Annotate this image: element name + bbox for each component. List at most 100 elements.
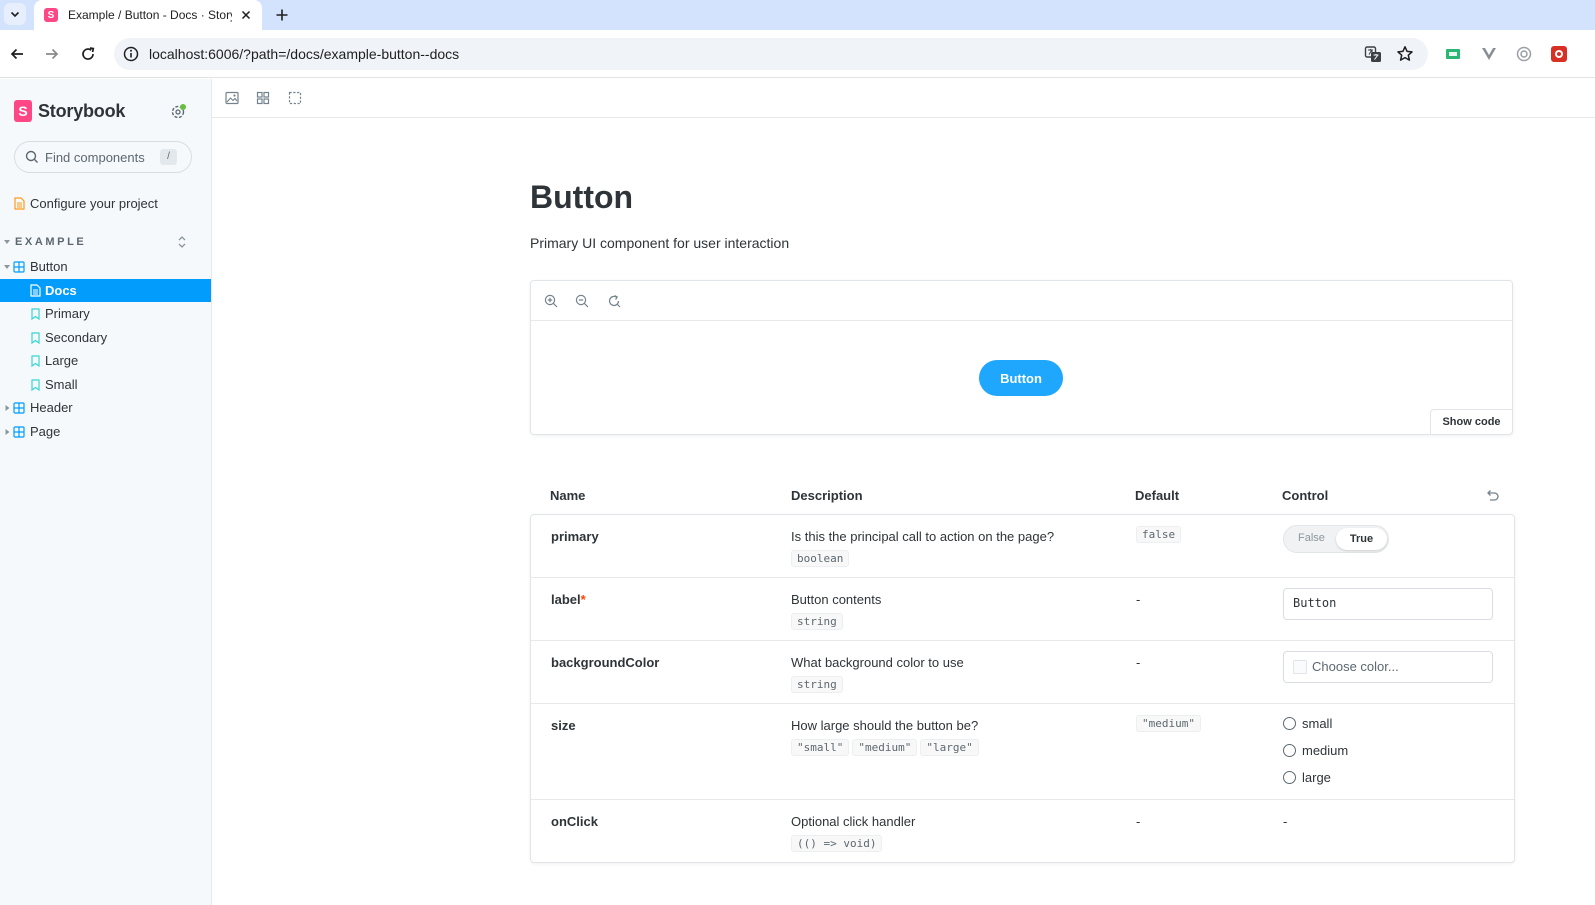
label-text-input[interactable]: Button bbox=[1283, 588, 1493, 620]
canvas-toolbar bbox=[531, 281, 1512, 321]
column-header-default: Default bbox=[1135, 488, 1180, 503]
expand-collapse-icon[interactable] bbox=[176, 235, 188, 249]
boolean-toggle[interactable]: False True bbox=[1283, 525, 1389, 553]
color-picker[interactable] bbox=[1283, 651, 1493, 683]
settings-gear-icon[interactable] bbox=[169, 103, 187, 121]
arg-name: primary bbox=[551, 529, 599, 544]
site-info-icon[interactable] bbox=[122, 45, 140, 63]
arg-description-text: Optional click handler bbox=[791, 814, 916, 829]
sidebar-item-page[interactable]: Page bbox=[0, 420, 211, 443]
arg-description-text: How large should the button be? bbox=[791, 718, 979, 733]
sidebar-item-label: Docs bbox=[45, 283, 77, 298]
arg-type: "small" bbox=[791, 739, 850, 756]
extension-vue-icon[interactable] bbox=[1480, 45, 1498, 63]
caret-down-icon[interactable] bbox=[4, 239, 10, 245]
search-box[interactable]: / bbox=[14, 141, 192, 173]
undo-icon[interactable] bbox=[1484, 487, 1500, 503]
back-button[interactable] bbox=[5, 42, 29, 66]
args-table: primary Is this the principal call to ac… bbox=[530, 514, 1515, 863]
group-title-example[interactable]: EXAMPLE bbox=[15, 236, 86, 248]
page-title: Button bbox=[530, 179, 634, 215]
extension-screen-icon[interactable] bbox=[1444, 45, 1462, 63]
caret-down-icon bbox=[4, 264, 10, 269]
grid-toggle-button[interactable] bbox=[255, 90, 271, 106]
translate-icon[interactable] bbox=[1363, 44, 1383, 64]
arg-type: string bbox=[791, 613, 843, 630]
configure-project-link[interactable]: Configure your project bbox=[12, 192, 211, 215]
change-background-button[interactable] bbox=[224, 90, 240, 106]
storybook-brand[interactable]: S Storybook bbox=[14, 100, 125, 122]
sidebar-item-label: Page bbox=[30, 424, 61, 439]
search-input[interactable] bbox=[45, 148, 160, 166]
radio-button[interactable] bbox=[1283, 744, 1296, 757]
radio-label: large bbox=[1302, 770, 1331, 785]
document-icon bbox=[12, 197, 26, 211]
browser-toolbar: localhost:6006/?path=/docs/example-butto… bbox=[0, 30, 1595, 78]
storybook-logo-icon: S bbox=[14, 100, 32, 122]
arg-type: string bbox=[791, 676, 843, 693]
size-option-large[interactable]: large bbox=[1283, 764, 1348, 791]
column-header-description: Description bbox=[791, 488, 863, 503]
required-marker: * bbox=[580, 592, 586, 607]
sidebar-item-docs[interactable]: Docs bbox=[0, 279, 211, 302]
close-icon bbox=[241, 10, 251, 20]
sidebar-item-button[interactable]: Button bbox=[0, 255, 211, 278]
bookmark-star-icon[interactable] bbox=[1395, 44, 1415, 64]
radio-label: medium bbox=[1302, 743, 1349, 758]
extension-red-icon[interactable] bbox=[1550, 45, 1568, 63]
zoom-in-button[interactable] bbox=[543, 293, 559, 309]
outline-toggle-button[interactable] bbox=[287, 90, 303, 106]
browser-tab[interactable]: S Example / Button - Docs · Storybook bbox=[34, 0, 262, 30]
toggle-true-option[interactable]: True bbox=[1336, 528, 1387, 550]
arg-description: Is this the principal call to action on … bbox=[791, 529, 1054, 567]
story-canvas: Button Show code bbox=[530, 280, 1513, 435]
arrow-right-icon bbox=[46, 48, 59, 60]
sidebar-item-label: Small bbox=[45, 377, 78, 392]
arg-name: label* bbox=[551, 592, 586, 607]
arg-type: "large" bbox=[920, 739, 979, 756]
new-tab-button[interactable] bbox=[271, 4, 293, 26]
arg-name: backgroundColor bbox=[551, 655, 660, 670]
show-code-button[interactable]: Show code bbox=[1430, 409, 1513, 435]
search-shortcut-key: / bbox=[160, 149, 177, 165]
tab-search-button[interactable] bbox=[4, 3, 26, 25]
table-row: onClick Optional click handler (() => vo… bbox=[531, 800, 1514, 863]
size-option-medium[interactable]: medium bbox=[1283, 737, 1348, 764]
extension-circle-icon[interactable] bbox=[1515, 45, 1533, 63]
sidebar-item-small[interactable]: Small bbox=[0, 373, 211, 396]
address-bar[interactable]: localhost:6006/?path=/docs/example-butto… bbox=[114, 38, 1428, 70]
arg-description-text: What background color to use bbox=[791, 655, 964, 670]
size-option-small[interactable]: small bbox=[1283, 710, 1348, 737]
forward-button[interactable] bbox=[40, 42, 64, 66]
reload-button[interactable] bbox=[76, 42, 100, 66]
sidebar-item-label: Header bbox=[30, 400, 73, 415]
zoom-reset-icon bbox=[608, 294, 621, 308]
tab-title: Example / Button - Docs · Storybook bbox=[68, 8, 232, 22]
docs-main: Button Primary UI component for user int… bbox=[212, 79, 1595, 905]
radio-button[interactable] bbox=[1283, 771, 1296, 784]
radio-button[interactable] bbox=[1283, 717, 1296, 730]
zoom-out-button[interactable] bbox=[574, 293, 590, 309]
arg-description: Optional click handler (() => void) bbox=[791, 814, 915, 852]
demo-button[interactable]: Button bbox=[979, 360, 1063, 396]
arg-name-text: label bbox=[551, 592, 581, 607]
toggle-false-option[interactable]: False bbox=[1298, 532, 1325, 544]
sidebar-item-label: Large bbox=[45, 353, 79, 368]
arg-description: Button contents string bbox=[791, 592, 881, 630]
sidebar-item-secondary[interactable]: Secondary bbox=[0, 326, 211, 349]
arg-description: How large should the button be? "small" "… bbox=[791, 718, 982, 756]
tab-close-button[interactable] bbox=[238, 7, 254, 23]
document-icon bbox=[28, 284, 42, 298]
color-input[interactable] bbox=[1312, 659, 1482, 674]
bookmark-icon bbox=[28, 378, 42, 392]
sidebar-item-primary[interactable]: Primary bbox=[0, 302, 211, 325]
sidebar-item-large[interactable]: Large bbox=[0, 349, 211, 372]
args-table-header: Name Description Default Control bbox=[530, 485, 1515, 509]
sidebar-item-header[interactable]: Header bbox=[0, 396, 211, 419]
url-text: localhost:6006/?path=/docs/example-butto… bbox=[149, 46, 460, 62]
table-row: primary Is this the principal call to ac… bbox=[531, 515, 1514, 578]
page-subtitle: Primary UI component for user interactio… bbox=[530, 235, 790, 251]
color-swatch[interactable] bbox=[1293, 660, 1307, 674]
zoom-reset-button[interactable] bbox=[606, 293, 622, 309]
plus-icon bbox=[276, 9, 288, 21]
